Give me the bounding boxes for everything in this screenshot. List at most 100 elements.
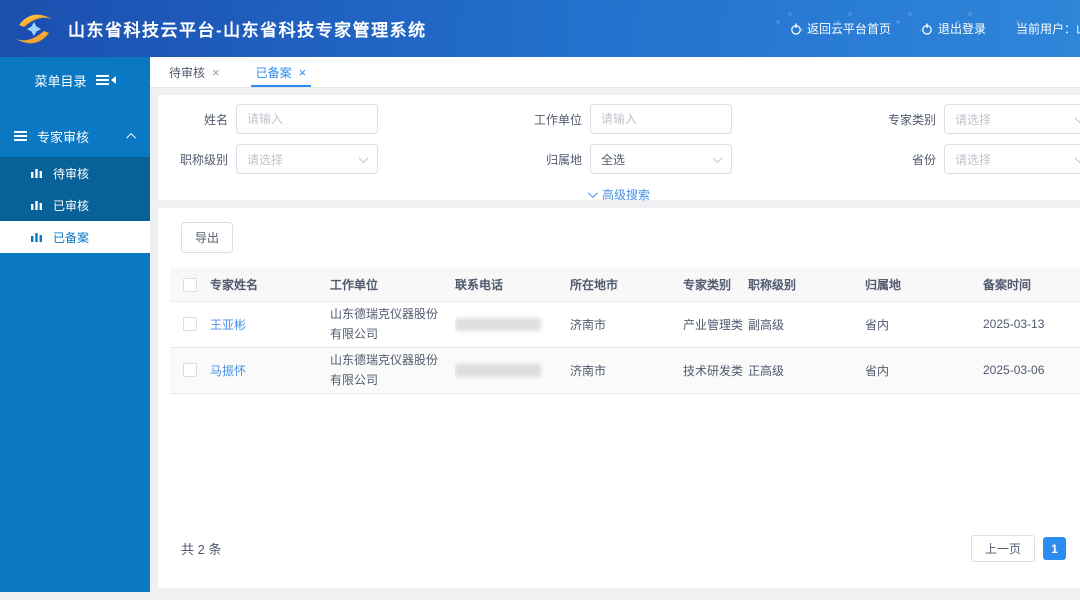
sidebar-group-expert-review[interactable]: 专家审核 xyxy=(0,119,150,153)
total-count: 共 2 条 xyxy=(181,539,221,558)
field-region: 归属地 全选 xyxy=(512,144,866,174)
prev-page-button[interactable]: 上一页 xyxy=(971,535,1035,562)
logout-link[interactable]: 退出登录 xyxy=(921,20,986,37)
brand: 山东省科技云平台-山东省科技专家管理系统 xyxy=(12,9,427,49)
title-level-cell: 正高级 xyxy=(748,347,865,393)
search-panel: 姓名 工作单位 专家类别 请选择 职称级别 xyxy=(158,95,1080,200)
chevron-down-icon xyxy=(713,153,723,163)
chevron-up-icon xyxy=(126,132,136,142)
column-header: 所在地市 xyxy=(570,268,683,301)
header-links: 返回云平台首页 退出登录 当前用户：山东 xyxy=(790,20,1080,37)
tab-recorded[interactable]: 已备案 × xyxy=(251,57,312,87)
redacted-phone xyxy=(455,364,541,377)
close-icon[interactable]: × xyxy=(299,65,307,80)
power-icon xyxy=(921,23,933,35)
region-select[interactable]: 全选 xyxy=(590,144,732,174)
sidebar-item-pending-review[interactable]: 待审核 xyxy=(0,157,150,189)
column-header: 专家类别 xyxy=(683,268,748,301)
sidebar: 菜单目录 专家审核 待审核 xyxy=(0,57,150,592)
tab-bar: 待审核 × 已备案 × xyxy=(150,57,1080,88)
category-cell: 技术研发类 xyxy=(683,347,748,393)
field-label: 归属地 xyxy=(512,151,582,168)
name-input[interactable] xyxy=(236,104,378,134)
title-level-cell: 副高级 xyxy=(748,301,865,347)
work-unit-input[interactable] xyxy=(590,104,732,134)
app-window: 山东省科技云平台-山东省科技专家管理系统 返回云平台首页 退出登录 当前用户：山… xyxy=(0,0,1080,600)
organization-cell: 山东德瑞克仪器股份有限公司 xyxy=(330,301,455,347)
region-cell: 省内 xyxy=(865,301,983,347)
close-icon[interactable]: × xyxy=(212,65,220,80)
sidebar-item-reviewed[interactable]: 已审核 xyxy=(0,189,150,221)
phone-cell xyxy=(455,301,570,347)
table-footer: 共 2 条 上一页 1 xyxy=(181,535,1066,562)
logout-label: 退出登录 xyxy=(938,20,986,37)
expert-name-link[interactable]: 王亚彬 xyxy=(210,318,246,332)
app-logo-icon xyxy=(12,9,56,49)
current-user: 当前用户：山东 xyxy=(1016,20,1080,37)
sidebar-menu-title[interactable]: 菜单目录 xyxy=(0,57,150,103)
record-date-cell: 2025-03-13 xyxy=(983,301,1080,347)
select-all-checkbox[interactable] xyxy=(183,278,197,292)
sidebar-item-label: 已审核 xyxy=(53,197,89,214)
column-header: 职称级别 xyxy=(748,268,865,301)
results-panel: 导出 专家姓名 工作单位 联系电话 所在地市 专家类别 职称级别 归属 xyxy=(158,208,1080,588)
collapse-menu-icon[interactable] xyxy=(96,76,116,84)
region-cell: 省内 xyxy=(865,347,983,393)
group-label: 专家审核 xyxy=(37,127,89,146)
table-row: 马振怀 山东德瑞克仪器股份有限公司 济南市 技术研发类 正高级 省内 2025-… xyxy=(170,347,1080,393)
chevron-down-icon xyxy=(359,153,369,163)
return-home-label: 返回云平台首页 xyxy=(807,20,891,37)
menu-title-label: 菜单目录 xyxy=(34,71,86,90)
tab-label: 待审核 xyxy=(169,64,205,81)
category-cell: 产业管理类 xyxy=(683,301,748,347)
sidebar-item-label: 已备案 xyxy=(53,229,89,246)
app-header: 山东省科技云平台-山东省科技专家管理系统 返回云平台首页 退出登录 当前用户：山… xyxy=(0,0,1080,57)
column-header: 专家姓名 xyxy=(210,268,330,301)
table-header-row: 专家姓名 工作单位 联系电话 所在地市 专家类别 职称级别 归属地 备案时间 xyxy=(170,268,1080,301)
sidebar-item-recorded[interactable]: 已备案 xyxy=(0,221,150,253)
field-work-unit: 工作单位 xyxy=(512,104,866,134)
field-name: 姓名 xyxy=(158,104,512,134)
row-checkbox[interactable] xyxy=(183,363,197,377)
chevron-down-icon xyxy=(1075,113,1080,123)
column-header: 联系电话 xyxy=(455,268,570,301)
row-checkbox[interactable] xyxy=(183,317,197,331)
app-title: 山东省科技云平台-山东省科技专家管理系统 xyxy=(68,16,427,41)
advanced-search-label: 高级搜索 xyxy=(602,186,650,203)
province-select[interactable]: 请选择 xyxy=(944,144,1080,174)
search-row-1: 姓名 工作单位 专家类别 请选择 xyxy=(158,104,1080,134)
chevron-down-icon xyxy=(1075,153,1080,163)
select-placeholder: 请选择 xyxy=(955,111,991,128)
return-home-link[interactable]: 返回云平台首页 xyxy=(790,20,891,37)
pagination: 上一页 1 xyxy=(971,535,1066,562)
title-level-select[interactable]: 请选择 xyxy=(236,144,378,174)
bar-chart-icon xyxy=(30,199,43,211)
list-icon xyxy=(14,130,27,142)
bar-chart-icon xyxy=(30,167,43,179)
phone-cell xyxy=(455,347,570,393)
tab-pending-review[interactable]: 待审核 × xyxy=(164,57,225,87)
field-label: 职称级别 xyxy=(158,151,228,168)
experts-table: 专家姓名 工作单位 联系电话 所在地市 专家类别 职称级别 归属地 备案时间 王… xyxy=(170,268,1080,394)
field-label: 工作单位 xyxy=(512,111,582,128)
expert-name-link[interactable]: 马振怀 xyxy=(210,364,246,378)
export-button[interactable]: 导出 xyxy=(181,222,233,253)
select-placeholder: 请选择 xyxy=(955,151,991,168)
organization-cell: 山东德瑞克仪器股份有限公司 xyxy=(330,347,455,393)
redacted-phone xyxy=(455,318,541,331)
column-header: 备案时间 xyxy=(983,268,1080,301)
field-label: 省份 xyxy=(866,151,936,168)
advanced-search-link[interactable]: 高级搜索 xyxy=(158,186,1080,203)
field-expert-category: 专家类别 请选择 xyxy=(866,104,1080,134)
search-row-2: 职称级别 请选择 归属地 全选 省份 请选择 xyxy=(158,144,1080,174)
field-province: 省份 请选择 xyxy=(866,144,1080,174)
expert-category-select[interactable]: 请选择 xyxy=(944,104,1080,134)
sidebar-submenu: 待审核 已审核 已备案 xyxy=(0,157,150,253)
column-header: 归属地 xyxy=(865,268,983,301)
chevron-down-icon xyxy=(588,188,598,198)
select-value: 全选 xyxy=(601,151,625,168)
power-icon xyxy=(790,23,802,35)
field-label: 专家类别 xyxy=(866,111,936,128)
record-date-cell: 2025-03-06 xyxy=(983,347,1080,393)
page-number-1[interactable]: 1 xyxy=(1043,537,1066,560)
